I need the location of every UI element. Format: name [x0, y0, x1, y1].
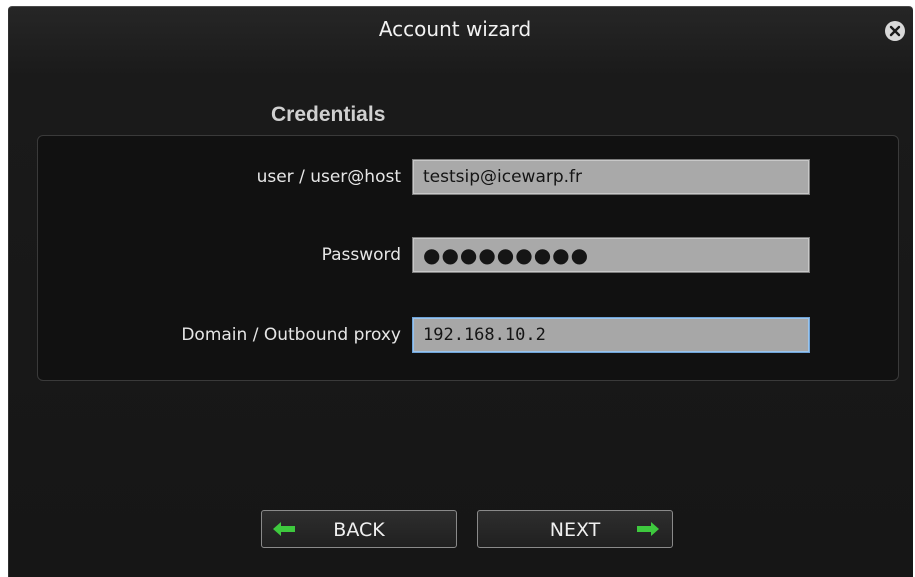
user-input[interactable]	[412, 159, 810, 195]
arrow-right-icon	[637, 522, 659, 536]
credentials-panel: user / user@host Password Domain / Outbo…	[37, 135, 899, 381]
domain-proxy-input[interactable]	[412, 317, 810, 353]
password-row: Password	[38, 235, 898, 275]
section-title-credentials: Credentials	[271, 103, 386, 126]
close-icon	[889, 25, 901, 37]
domain-row: Domain / Outbound proxy	[38, 315, 898, 355]
next-button[interactable]: NEXT	[477, 510, 673, 548]
account-wizard-window: Account wizard Credentials user / user@h…	[8, 6, 913, 577]
password-input[interactable]	[412, 237, 810, 273]
back-button-label: BACK	[333, 519, 385, 541]
back-button[interactable]: BACK	[261, 510, 457, 548]
domain-label: Domain / Outbound proxy	[181, 325, 401, 345]
password-label: Password	[321, 245, 401, 265]
user-row: user / user@host	[38, 157, 898, 197]
window-title: Account wizard	[378, 17, 532, 41]
close-button[interactable]	[885, 21, 905, 41]
user-label: user / user@host	[256, 167, 401, 187]
title-bar: Account wizard	[9, 7, 913, 51]
